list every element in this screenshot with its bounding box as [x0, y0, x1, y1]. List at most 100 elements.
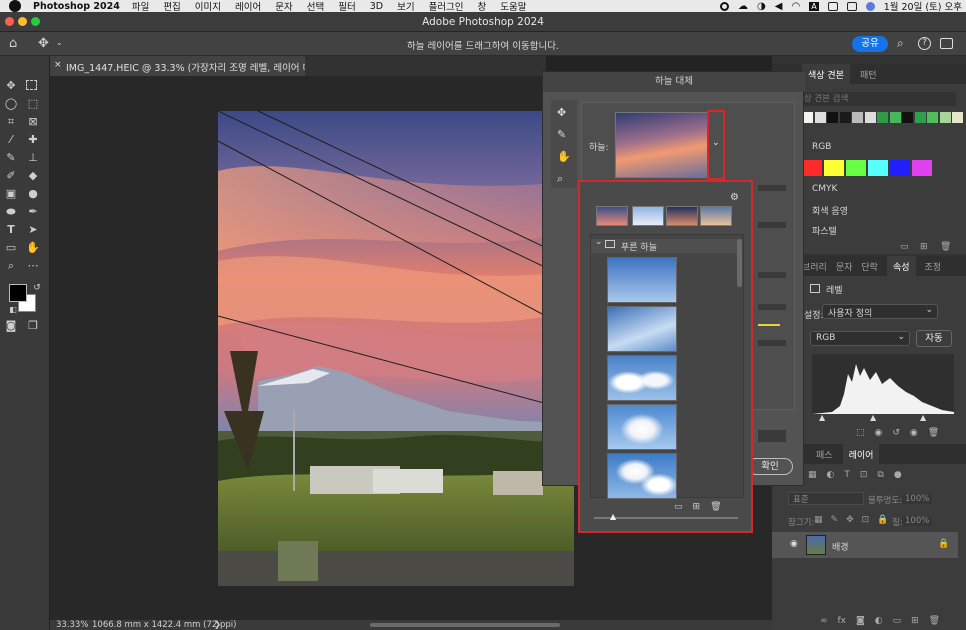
lock-pixels-icon[interactable]: ✎ — [831, 515, 839, 525]
picker-settings-gear-icon[interactable]: ⚙ — [730, 192, 739, 203]
channel-select[interactable]: RGB ⌄ — [810, 331, 910, 346]
white-point-slider-icon[interactable]: ▲ — [920, 413, 926, 422]
sky-preset-thumb[interactable] — [607, 257, 677, 303]
share-button[interactable]: 공유 — [852, 36, 888, 52]
sky-option-slider[interactable] — [758, 340, 786, 346]
filter-pixel-icon[interactable]: ▦ — [808, 470, 817, 482]
preset-select[interactable]: 사용자 정의 ⌄ — [822, 304, 938, 319]
control-center-icon[interactable] — [846, 1, 857, 11]
brush-icon[interactable]: ✎ — [4, 152, 18, 164]
recent-color-swatch[interactable] — [939, 112, 951, 123]
foreground-color-swatch[interactable] — [9, 284, 27, 302]
tab-character[interactable]: 문자 — [836, 260, 853, 273]
input-source-icon[interactable]: A — [809, 1, 819, 11]
tab-paths[interactable]: 패스 — [816, 448, 833, 461]
menu-3d[interactable]: 3D — [370, 1, 383, 12]
sky-brush-tool-icon[interactable]: ✎ — [557, 128, 566, 141]
layer-visibility-icon[interactable]: ◉ — [790, 539, 798, 549]
tab-paragraph[interactable]: 단락 — [861, 260, 878, 273]
swatch-group-grayscale[interactable]: 회색 음영 — [812, 204, 848, 217]
output-select[interactable] — [758, 430, 786, 442]
battery-icon[interactable] — [827, 1, 838, 11]
new-layer-icon[interactable]: ⊞ — [911, 616, 919, 628]
recent-color-swatch[interactable] — [914, 112, 926, 123]
auto-levels-button[interactable]: 자동 — [916, 330, 952, 347]
crop-icon[interactable]: ⌗ — [4, 116, 18, 128]
healing-brush-icon[interactable]: ✚ — [26, 134, 40, 146]
frame-icon[interactable]: ⊠ — [26, 116, 40, 128]
black-point-slider-icon[interactable]: ▲ — [819, 413, 825, 422]
document-tab[interactable]: × IMG_1447.HEIC @ 33.3% (가장자리 조명 레벨, 레이어… — [50, 56, 305, 76]
swatch-group-rgb[interactable]: RGB — [812, 142, 831, 152]
add-mask-icon[interactable]: ◙ — [856, 616, 865, 628]
screen-mode-icon[interactable]: ❐ — [26, 320, 40, 332]
clone-stamp-icon[interactable]: ⊥ — [26, 152, 40, 164]
rectangle-icon[interactable]: ▭ — [4, 242, 18, 254]
sky-option-slider[interactable] — [758, 304, 786, 310]
sky-option-slider[interactable] — [758, 185, 786, 191]
gradient-icon[interactable]: ▣ — [4, 188, 18, 200]
rgb-color-swatch[interactable] — [912, 160, 932, 176]
sky-preset-thumb[interactable] — [607, 306, 677, 352]
tab-adjustments[interactable]: 조정 — [925, 260, 942, 273]
current-sky-preview[interactable] — [615, 112, 709, 178]
swatch-group-cmyk[interactable]: CMYK — [812, 184, 837, 194]
pen-icon[interactable]: ✒ — [26, 206, 40, 218]
link-layers-icon[interactable]: ∞ — [820, 616, 828, 628]
marquee-icon[interactable] — [26, 80, 37, 90]
gamma-slider-icon[interactable]: ▲ — [870, 413, 876, 422]
lock-transparent-icon[interactable]: ▦ — [814, 515, 823, 525]
history-brush-icon[interactable]: ✐ — [4, 170, 18, 182]
move-icon[interactable]: ✥ — [4, 80, 18, 92]
eraser-icon[interactable]: ◆ — [26, 170, 40, 182]
clip-to-layer-icon[interactable]: ⬚ — [856, 428, 865, 440]
folder-chevron-icon[interactable]: ⌄ — [595, 237, 603, 247]
swatches-search-input[interactable] — [796, 92, 956, 106]
recent-color-swatch[interactable] — [814, 112, 826, 123]
sky-option-slider[interactable] — [758, 222, 786, 228]
recent-color-swatch[interactable] — [889, 112, 901, 123]
new-swatch-icon[interactable]: ⊞ — [920, 242, 928, 252]
theme-icon[interactable]: ◑ — [757, 1, 766, 12]
ok-button[interactable]: 확인 — [747, 458, 793, 475]
workspace-icon[interactable] — [940, 38, 953, 49]
zoom-icon[interactable]: ⌕ — [4, 260, 18, 272]
type-icon[interactable]: T — [4, 224, 18, 236]
app-name-menu[interactable]: Photoshop 2024 — [33, 1, 120, 12]
hand-icon[interactable]: ✋ — [26, 242, 40, 254]
layer-style-icon[interactable]: fx — [838, 616, 847, 628]
lock-artboard-icon[interactable]: ⊡ — [862, 515, 870, 525]
recent-sky-thumb[interactable] — [666, 206, 698, 226]
fill-input[interactable]: 100% — [902, 516, 933, 526]
status-menu-icon[interactable]: ❯ — [214, 620, 221, 630]
new-group-layer-icon[interactable]: ▭ — [893, 616, 902, 628]
object-select-icon[interactable]: ⬚ — [26, 98, 40, 110]
delete-adjustment-icon[interactable]: 🗑 — [928, 428, 939, 440]
document-image[interactable] — [218, 111, 574, 586]
default-colors-icon[interactable]: ◧ — [6, 304, 20, 316]
recent-sky-thumb[interactable] — [632, 206, 664, 226]
sky-hand-tool-icon[interactable]: ✋ — [557, 150, 571, 163]
filter-adjustment-icon[interactable]: ◐ — [827, 470, 835, 482]
quick-mask-icon[interactable]: ◙ — [4, 320, 18, 332]
rgb-color-swatch[interactable] — [868, 160, 888, 176]
swatch-group-pastel[interactable]: 파스텔 — [812, 224, 837, 237]
layer-name[interactable]: 배경 — [832, 540, 849, 553]
preset-list-scrollbar[interactable] — [737, 239, 742, 287]
status-zoom[interactable]: 33.33% — [56, 620, 88, 630]
rgb-color-swatch[interactable] — [802, 160, 822, 176]
visibility-icon[interactable]: ◉ — [910, 428, 918, 440]
sky-preset-thumb[interactable] — [607, 355, 677, 401]
siri-icon[interactable] — [865, 1, 875, 11]
apple-icon[interactable] — [9, 0, 21, 12]
tab-patterns[interactable]: 패턴 — [860, 68, 877, 81]
more-tools-icon[interactable]: ⋯ — [26, 260, 40, 272]
new-group-icon[interactable]: ▭ — [900, 242, 909, 252]
picker-new-folder-icon[interactable]: ▭ — [674, 502, 683, 512]
lock-all-icon[interactable]: 🔒 — [877, 515, 888, 525]
recent-color-swatch[interactable] — [877, 112, 888, 123]
lasso-icon[interactable]: ◯ — [4, 98, 18, 110]
rgb-color-swatch[interactable] — [846, 160, 866, 176]
filter-smart-icon[interactable]: ⧉ — [877, 470, 883, 482]
picker-delete-icon[interactable]: 🗑 — [710, 502, 721, 512]
